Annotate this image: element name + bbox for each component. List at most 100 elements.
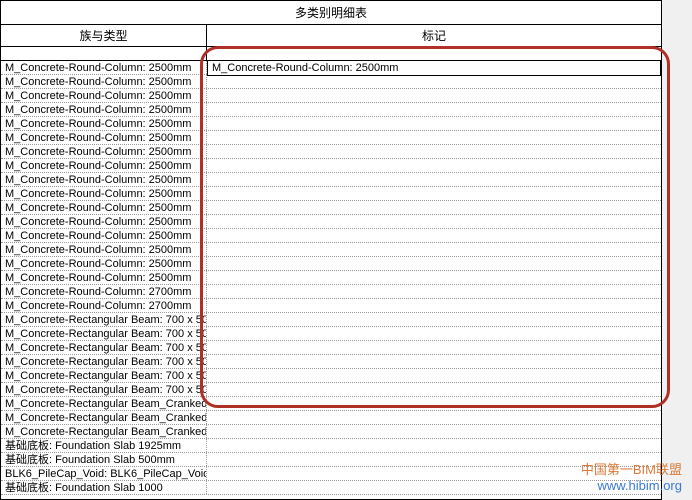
table-row[interactable]: M_Concrete-Rectangular Beam_Cranked: 1 xyxy=(1,425,661,439)
cell-family-type[interactable]: M_Concrete-Round-Column: 2500mm xyxy=(1,173,207,186)
table-row[interactable]: M_Concrete-Rectangular Beam_Cranked: 1 xyxy=(1,411,661,425)
table-row[interactable]: M_Concrete-Rectangular Beam: 700 x 500 xyxy=(1,369,661,383)
cell-mark-editing[interactable]: M_Concrete-Round-Column: 2500mm xyxy=(207,60,661,76)
cell-family-type[interactable]: M_Concrete-Round-Column: 2500mm xyxy=(1,103,207,116)
table-row[interactable]: M_Concrete-Rectangular Beam: 700 x 500 xyxy=(1,313,661,327)
cell-family-type[interactable]: M_Concrete-Round-Column: 2500mm xyxy=(1,243,207,256)
cell-mark[interactable] xyxy=(207,229,661,242)
cell-mark[interactable] xyxy=(207,425,661,438)
cell-family-type[interactable]: M_Concrete-Round-Column: 2500mm xyxy=(1,61,207,74)
table-row[interactable]: M_Concrete-Round-Column: 2700mm xyxy=(1,299,661,313)
watermark: 中国第一BIM联盟 www.hibim.org xyxy=(581,462,682,494)
cell-family-type[interactable]: M_Concrete-Rectangular Beam: 700 x 500 xyxy=(1,327,207,340)
table-row[interactable]: M_Concrete-Round-Column: 2500mm xyxy=(1,201,661,215)
table-row[interactable]: M_Concrete-Round-Column: 2500mm xyxy=(1,117,661,131)
cell-family-type[interactable]: M_Concrete-Round-Column: 2500mm xyxy=(1,145,207,158)
table-row[interactable]: M_Concrete-Round-Column: 2500mm xyxy=(1,131,661,145)
cell-mark[interactable] xyxy=(207,271,661,284)
cell-family-type[interactable]: M_Concrete-Round-Column: 2700mm xyxy=(1,285,207,298)
cell-mark[interactable] xyxy=(207,341,661,354)
header-row: 族与类型 标记 xyxy=(1,25,661,47)
cell-family-type[interactable]: 基础底板: Foundation Slab 1925mm xyxy=(1,439,207,452)
table-row[interactable]: M_Concrete-Rectangular Beam: 700 x 500 xyxy=(1,327,661,341)
cell-family-type[interactable]: M_Concrete-Round-Column: 2500mm xyxy=(1,117,207,130)
cell-mark[interactable] xyxy=(207,439,661,452)
cell-mark[interactable] xyxy=(207,257,661,270)
cell-family-type[interactable]: M_Concrete-Round-Column: 2500mm xyxy=(1,201,207,214)
cell-family-type[interactable]: M_Concrete-Round-Column: 2500mm xyxy=(1,257,207,270)
table-row[interactable]: 基础底板: Foundation Slab 500mm xyxy=(1,453,661,467)
table-row[interactable]: M_Concrete-Round-Column: 2500mm xyxy=(1,229,661,243)
cell-mark[interactable] xyxy=(207,285,661,298)
cell-family-type[interactable]: M_Concrete-Round-Column: 2500mm xyxy=(1,89,207,102)
cell-family-type[interactable]: M_Concrete-Rectangular Beam_Cranked: 1 xyxy=(1,411,207,424)
table-row[interactable]: M_Concrete-Round-Column: 2700mm xyxy=(1,285,661,299)
cell-mark[interactable] xyxy=(207,173,661,186)
table-row[interactable]: M_Concrete-Round-Column: 2500mmM_Concret… xyxy=(1,61,661,75)
header-family-type[interactable]: 族与类型 xyxy=(1,25,207,46)
table-row[interactable]: M_Concrete-Round-Column: 2500mm xyxy=(1,257,661,271)
cell-family-type[interactable]: M_Concrete-Round-Column: 2500mm xyxy=(1,187,207,200)
cell-family-type[interactable]: M_Concrete-Rectangular Beam: 700 x 500 xyxy=(1,341,207,354)
table-row[interactable]: M_Concrete-Rectangular Beam: 700 x 500 xyxy=(1,383,661,397)
table-row[interactable]: M_Concrete-Round-Column: 2500mm xyxy=(1,187,661,201)
cell-family-type[interactable]: M_Concrete-Rectangular Beam: 700 x 500 xyxy=(1,383,207,396)
table-row[interactable]: M_Concrete-Rectangular Beam: 700 x 500 xyxy=(1,341,661,355)
table-row[interactable]: M_Concrete-Rectangular Beam: 700 x 500 xyxy=(1,355,661,369)
schedule-table: 多类别明细表 族与类型 标记 M_Concrete-Round-Column: … xyxy=(0,0,662,500)
cell-mark[interactable] xyxy=(207,89,661,102)
table-row[interactable]: M_Concrete-Rectangular Beam_Cranked: 1 xyxy=(1,397,661,411)
table-row[interactable]: M_Concrete-Round-Column: 2500mm xyxy=(1,243,661,257)
cell-mark[interactable] xyxy=(207,243,661,256)
data-rows: M_Concrete-Round-Column: 2500mmM_Concret… xyxy=(1,61,661,495)
cell-family-type[interactable]: 基础底板: Foundation Slab 500mm xyxy=(1,453,207,466)
table-row[interactable]: M_Concrete-Round-Column: 2500mm xyxy=(1,215,661,229)
table-row[interactable]: 基础底板: Foundation Slab 1925mm xyxy=(1,439,661,453)
table-row[interactable]: M_Concrete-Round-Column: 2500mm xyxy=(1,145,661,159)
cell-family-type[interactable]: M_Concrete-Rectangular Beam_Cranked: 1 xyxy=(1,425,207,438)
table-row[interactable]: BLK6_PileCap_Void: BLK6_PileCap_Void xyxy=(1,467,661,481)
table-row[interactable]: M_Concrete-Round-Column: 2500mm xyxy=(1,271,661,285)
cell-mark[interactable] xyxy=(207,75,661,88)
header-mark[interactable]: 标记 xyxy=(207,25,661,46)
table-row[interactable]: M_Concrete-Round-Column: 2500mm xyxy=(1,89,661,103)
watermark-line1: 中国第一BIM联盟 xyxy=(581,462,682,478)
cell-mark[interactable] xyxy=(207,103,661,116)
cell-mark[interactable] xyxy=(207,299,661,312)
cell-mark[interactable] xyxy=(207,187,661,200)
spacer-row xyxy=(1,47,661,61)
table-row[interactable]: M_Concrete-Round-Column: 2500mm xyxy=(1,75,661,89)
cell-family-type[interactable]: M_Concrete-Round-Column: 2500mm xyxy=(1,271,207,284)
table-row[interactable]: M_Concrete-Round-Column: 2500mm xyxy=(1,159,661,173)
cell-mark[interactable] xyxy=(207,117,661,130)
cell-mark[interactable] xyxy=(207,313,661,326)
watermark-line2: www.hibim.org xyxy=(581,478,682,494)
cell-mark[interactable] xyxy=(207,327,661,340)
schedule-title: 多类别明细表 xyxy=(1,1,661,25)
cell-mark[interactable] xyxy=(207,145,661,158)
cell-mark[interactable] xyxy=(207,397,661,410)
cell-family-type[interactable]: M_Concrete-Rectangular Beam: 700 x 500 xyxy=(1,313,207,326)
table-row[interactable]: 基础底板: Foundation Slab 1000 xyxy=(1,481,661,495)
cell-mark[interactable] xyxy=(207,215,661,228)
cell-family-type[interactable]: M_Concrete-Round-Column: 2500mm xyxy=(1,215,207,228)
cell-mark[interactable] xyxy=(207,383,661,396)
cell-family-type[interactable]: M_Concrete-Round-Column: 2500mm xyxy=(1,75,207,88)
cell-mark[interactable] xyxy=(207,131,661,144)
cell-family-type[interactable]: M_Concrete-Rectangular Beam: 700 x 500 xyxy=(1,355,207,368)
table-row[interactable]: M_Concrete-Round-Column: 2500mm xyxy=(1,173,661,187)
cell-family-type[interactable]: BLK6_PileCap_Void: BLK6_PileCap_Void xyxy=(1,467,207,480)
cell-family-type[interactable]: M_Concrete-Rectangular Beam_Cranked: 1 xyxy=(1,397,207,410)
cell-mark[interactable] xyxy=(207,369,661,382)
cell-family-type[interactable]: 基础底板: Foundation Slab 1000 xyxy=(1,481,207,494)
table-row[interactable]: M_Concrete-Round-Column: 2500mm xyxy=(1,103,661,117)
cell-family-type[interactable]: M_Concrete-Rectangular Beam: 700 x 500 xyxy=(1,369,207,382)
cell-mark[interactable] xyxy=(207,355,661,368)
cell-family-type[interactable]: M_Concrete-Round-Column: 2500mm xyxy=(1,159,207,172)
cell-mark[interactable] xyxy=(207,201,661,214)
cell-mark[interactable] xyxy=(207,411,661,424)
cell-family-type[interactable]: M_Concrete-Round-Column: 2700mm xyxy=(1,299,207,312)
cell-mark[interactable] xyxy=(207,159,661,172)
cell-family-type[interactable]: M_Concrete-Round-Column: 2500mm xyxy=(1,131,207,144)
cell-family-type[interactable]: M_Concrete-Round-Column: 2500mm xyxy=(1,229,207,242)
